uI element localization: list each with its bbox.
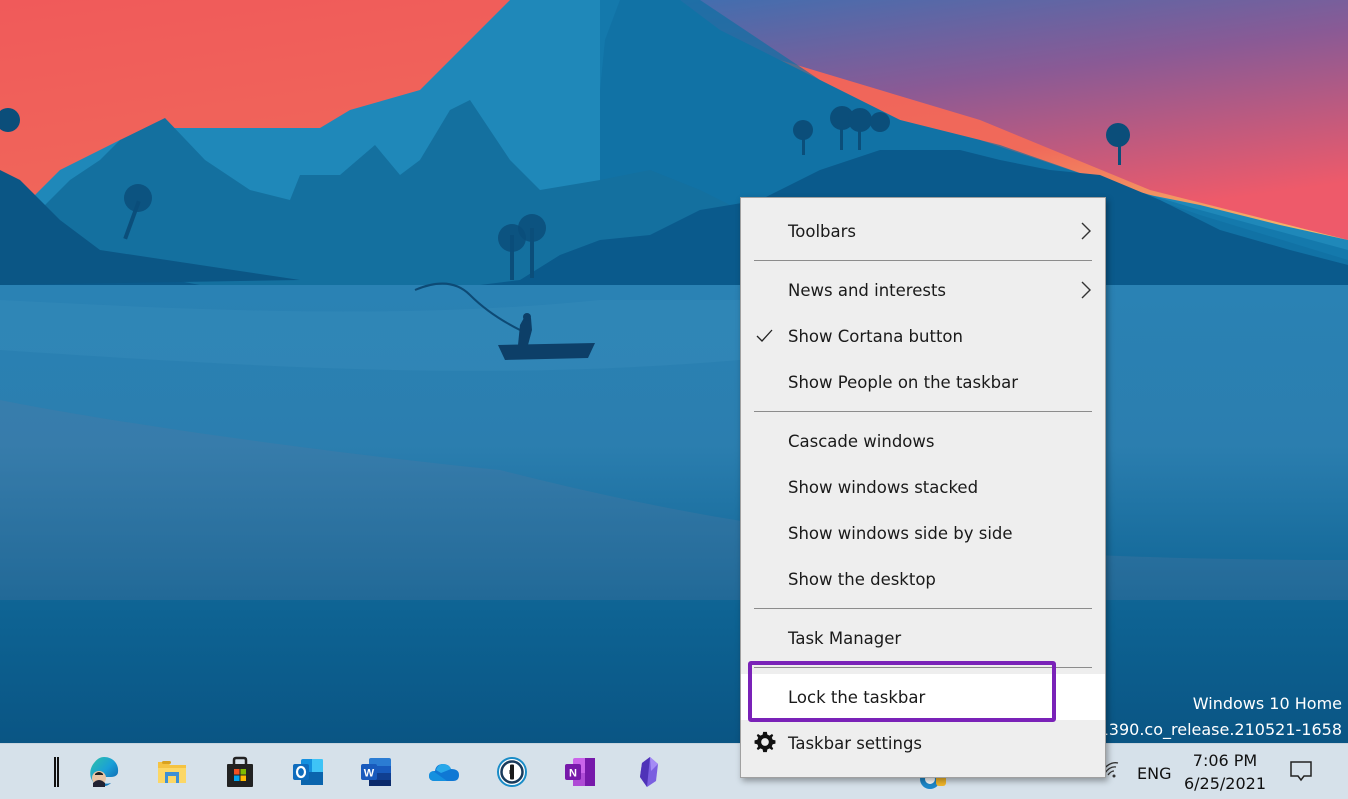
obsidian-icon — [640, 757, 658, 787]
taskbar-app-edge[interactable] — [82, 750, 126, 794]
menu-item-label: Show Cortana button — [788, 326, 963, 346]
menu-item-toolbars[interactable]: Toolbars — [741, 208, 1105, 254]
desktop-wallpaper — [0, 0, 1348, 743]
menu-separator — [741, 602, 1105, 615]
menu-item-label: Show the desktop — [788, 569, 936, 589]
menu-item-lock-the-taskbar[interactable]: Lock the taskbar — [741, 674, 1105, 720]
menu-separator — [741, 254, 1105, 267]
taskbar[interactable]: W N ENG 7:06 PM 6/25/2021 — [0, 743, 1348, 799]
checkmark-icon — [756, 329, 773, 342]
svg-text:N: N — [569, 768, 577, 780]
clock-time: 7:06 PM — [1192, 751, 1258, 770]
1password-icon — [497, 757, 527, 787]
menu-item-label: Show People on the taskbar — [788, 372, 1019, 392]
taskbar-app-obsidian[interactable] — [626, 750, 670, 794]
menu-item-taskbar-settings[interactable]: Taskbar settings — [741, 720, 1105, 766]
edge-icon — [90, 757, 119, 787]
chevron-right-icon — [1081, 281, 1091, 299]
input-language-indicator[interactable]: ENG — [1137, 764, 1171, 783]
clock-date: 6/25/2021 — [1183, 774, 1267, 793]
menu-item-label: Task Manager — [788, 628, 902, 648]
onedrive-icon — [429, 764, 459, 781]
folder-icon — [158, 761, 186, 783]
taskbar-app-store[interactable] — [218, 750, 262, 794]
menu-item-label: Show windows side by side — [788, 523, 1013, 543]
taskbar-app-onenote[interactable]: N — [558, 750, 602, 794]
menu-separator — [741, 661, 1105, 674]
taskbar-context-menu: Toolbars News and interests Show Cortana… — [740, 197, 1106, 778]
store-icon — [227, 756, 253, 787]
taskbar-app-1password[interactable] — [490, 750, 534, 794]
taskbar-app-word[interactable]: W — [354, 750, 398, 794]
menu-item-show-windows-stacked[interactable]: Show windows stacked — [741, 464, 1105, 510]
taskbar-app-file-explorer[interactable] — [150, 750, 194, 794]
taskbar-app-outlook[interactable] — [286, 750, 330, 794]
menu-item-label: Show windows stacked — [788, 477, 979, 497]
menu-item-task-manager[interactable]: Task Manager — [741, 615, 1105, 661]
menu-item-label: Taskbar settings — [788, 733, 923, 753]
taskbar-app-onedrive[interactable] — [422, 750, 466, 794]
menu-item-show-cortana-button[interactable]: Show Cortana button — [741, 313, 1105, 359]
menu-item-label: Toolbars — [788, 221, 857, 241]
menu-item-show-people[interactable]: Show People on the taskbar — [741, 359, 1105, 405]
menu-item-cascade-windows[interactable]: Cascade windows — [741, 418, 1105, 464]
action-center-icon[interactable] — [1288, 758, 1314, 784]
windows-edition-watermark: Windows 10 Home — [1192, 694, 1342, 713]
svg-text:W: W — [364, 768, 375, 780]
clock[interactable]: 7:06 PM 6/25/2021 — [1180, 749, 1270, 795]
menu-item-show-the-desktop[interactable]: Show the desktop — [741, 556, 1105, 602]
gear-icon — [754, 731, 776, 753]
build-number-watermark: 21390.co_release.210521-1658 — [1088, 720, 1342, 739]
menu-item-label: Cascade windows — [788, 431, 935, 451]
menu-item-news-and-interests[interactable]: News and interests — [741, 267, 1105, 313]
menu-item-label: Lock the taskbar — [788, 687, 926, 707]
word-icon: W — [361, 758, 391, 786]
taskbar-resize-handle[interactable] — [54, 757, 59, 787]
menu-separator — [741, 405, 1105, 418]
menu-item-label: News and interests — [788, 280, 947, 300]
onenote-icon: N — [565, 758, 595, 786]
desktop[interactable]: Windows 10 Home 21390.co_release.210521-… — [0, 0, 1348, 743]
menu-item-show-windows-side-by-side[interactable]: Show windows side by side — [741, 510, 1105, 556]
chevron-right-icon — [1081, 222, 1091, 240]
outlook-icon — [293, 759, 323, 785]
